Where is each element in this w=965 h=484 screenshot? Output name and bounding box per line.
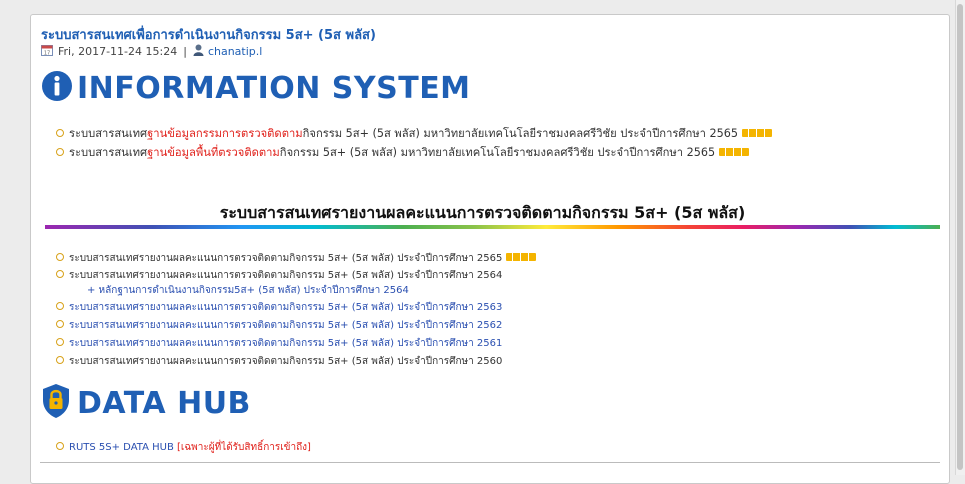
data-hub-note: [เฉพาะผู้ที่ได้รับสิทธิ์การเข้าถึง]	[177, 442, 311, 453]
report-item-label: ระบบสารสนเทศรายงานผลคะแนนการตรวจติดตามกิ…	[69, 356, 503, 367]
report-item-label: ระบบสารสนเทศรายงานผลคะแนนการตรวจติดตามกิ…	[69, 302, 503, 313]
bottom-rule	[40, 462, 940, 463]
info-circle-icon	[41, 70, 73, 106]
report-item-label: ระบบสารสนเทศรายงานผลคะแนนการตรวจติดตามกิ…	[69, 270, 503, 281]
report-item-2560[interactable]: ระบบสารสนเทศรายงานผลคะแนนการตรวจติดตามกิ…	[56, 354, 502, 369]
info-item-area: ระบบสารสนเทศฐานข้อมูลพื้นที่ตรวจติดตามกิ…	[56, 143, 750, 161]
info-item-prefix: ระบบสารสนเทศ	[69, 146, 148, 159]
bullet-icon	[56, 253, 64, 261]
info-item-prefix: ระบบสารสนเทศ	[69, 127, 148, 140]
report-item-label: ระบบสารสนเทศรายงานผลคะแนนการตรวจติดตามกิ…	[69, 338, 503, 349]
bullet-icon	[56, 129, 64, 137]
report-item-label: ระบบสารสนเทศรายงานผลคะแนนการตรวจติดตามกิ…	[69, 320, 503, 331]
bullet-icon	[56, 270, 64, 278]
post-meta: 17 Fri, 2017-11-24 15:24 | chanatip.l	[41, 44, 262, 59]
new-badge-icon	[506, 253, 537, 261]
calendar-icon: 17	[41, 44, 53, 59]
post-date: Fri, 2017-11-24 15:24	[58, 45, 178, 58]
info-system-title: INFORMATION SYSTEM	[77, 70, 471, 106]
user-icon	[193, 44, 204, 59]
report-section-heading: ระบบสารสนเทศรายงานผลคะแนนการตรวจติดตามกิ…	[219, 203, 746, 222]
info-item-committee: ระบบสารสนเทศฐานข้อมูลกรรมการตรวจติดตามกิ…	[56, 124, 772, 142]
shield-lock-icon	[41, 383, 71, 423]
report-item-2562[interactable]: ระบบสารสนเทศรายงานผลคะแนนการตรวจติดตามกิ…	[56, 318, 502, 333]
report-item-2563[interactable]: ระบบสารสนเทศรายงานผลคะแนนการตรวจติดตามกิ…	[56, 300, 502, 315]
bullet-icon	[56, 320, 64, 328]
info-item-suffix: กิจกรรม 5ส+ (5ส พลัส) มหาวิทยาลัยเทคโนโล…	[279, 146, 716, 159]
meta-separator: |	[183, 45, 187, 58]
new-badge-icon	[741, 129, 772, 137]
rainbow-divider	[45, 225, 940, 229]
svg-text:17: 17	[44, 51, 50, 57]
post-title[interactable]: ระบบสารสนเทศเพื่อการดำเนินงานกิจกรรม 5ส+…	[41, 24, 376, 45]
report-item-2561[interactable]: ระบบสารสนเทศรายงานผลคะแนนการตรวจติดตามกิ…	[56, 336, 502, 351]
report-item-label: ระบบสารสนเทศรายงานผลคะแนนการตรวจติดตามกิ…	[69, 253, 503, 264]
bullet-icon	[56, 302, 64, 310]
bullet-icon	[56, 148, 64, 156]
data-hub-item: RUTS 5S+ DATA HUB [เฉพาะผู้ที่ได้รับสิทธ…	[56, 440, 311, 455]
area-db-link[interactable]: ฐานข้อมูลพื้นที่ตรวจติดตาม	[147, 146, 280, 159]
report-item-2564[interactable]: ระบบสารสนเทศรายงานผลคะแนนการตรวจติดตามกิ…	[56, 268, 502, 283]
post-author[interactable]: chanatip.l	[208, 45, 262, 58]
data-hub-title: DATA HUB	[77, 385, 251, 421]
data-hub-heading: DATA HUB	[41, 383, 251, 423]
bullet-icon	[56, 356, 64, 364]
bullet-icon	[56, 442, 64, 450]
info-item-suffix: กิจกรรม 5ส+ (5ส พลัส) มหาวิทยาลัยเทคโนโล…	[302, 127, 738, 140]
committee-db-link[interactable]: ฐานข้อมูลกรรมการตรวจติดตาม	[147, 127, 303, 140]
scrollbar-thumb[interactable]	[957, 4, 963, 470]
evidence-link-2564[interactable]: + หลักฐานการดำเนินงานกิจกรรม5ส+ (5ส พลัส…	[87, 283, 409, 298]
info-system-heading: INFORMATION SYSTEM	[41, 70, 471, 106]
report-item-2565[interactable]: ระบบสารสนเทศรายงานผลคะแนนการตรวจติดตามกิ…	[56, 251, 537, 266]
new-badge-icon	[719, 148, 750, 156]
bullet-icon	[56, 338, 64, 346]
data-hub-link[interactable]: RUTS 5S+ DATA HUB	[69, 442, 174, 453]
